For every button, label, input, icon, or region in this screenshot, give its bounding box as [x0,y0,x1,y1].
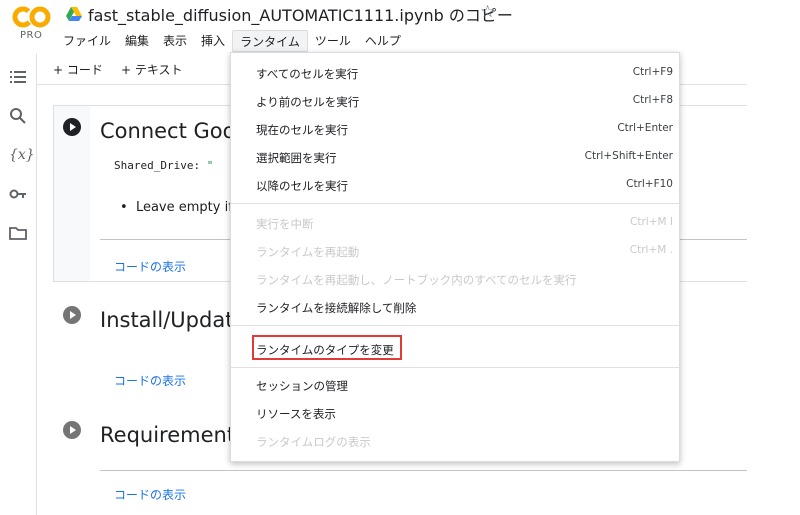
search-icon[interactable] [9,107,27,125]
show-code-link[interactable]: コードの表示 [114,258,186,275]
menu-item-shortcut: Ctrl+Enter [617,122,673,134]
menu-item-run-after[interactable]: 以降のセルを実行 Ctrl+F10 [231,173,679,197]
menu-item-label: ランタイムログの表示 [256,435,371,449]
form-field-value[interactable]: " [207,159,214,172]
menu-item-label: 現在のセルを実行 [256,123,348,137]
run-cell-icon[interactable] [63,306,81,324]
menu-item-shortcut: Ctrl+M I [630,216,673,228]
menu-item-shortcut: Ctrl+M . [629,244,673,256]
variables-icon[interactable]: {x} [9,146,35,164]
menu-item-shortcut: Ctrl+Shift+Enter [584,150,673,162]
menu-item-label: セッションの管理 [256,379,348,393]
cell-heading: Requirement [100,423,236,447]
menu-item-label: すべてのセルを実行 [256,67,359,81]
menu-edit[interactable]: 編集 [118,30,156,52]
star-icon[interactable]: ☆ [480,2,495,22]
form-field-label: Shared_Drive: " [114,159,213,172]
menu-item-run-before[interactable]: より前のセルを実行 Ctrl+F8 [231,89,679,113]
header: PRO fast_stable_diffusion_AUTOMATIC1111.… [0,0,800,54]
menubar: ファイル 編集 表示 挿入 ランタイム ツール ヘルプ [56,30,408,52]
add-text-button[interactable]: + テキスト [121,61,183,78]
menu-item-run-current[interactable]: 現在のセルを実行 Ctrl+Enter [231,117,679,141]
menu-separator [231,367,679,368]
menu-file[interactable]: ファイル [56,30,118,52]
run-cell-icon[interactable] [63,421,81,439]
menu-item-restart-run-all: ランタイムを再起動し、ノートブック内のすべてのセルを実行 [231,267,679,291]
menu-item-shortcut: Ctrl+F10 [626,178,673,190]
menu-item-shortcut: Ctrl+F9 [632,66,673,78]
menu-item-label: リソースを表示 [256,407,336,421]
menu-item-label: ランタイムを接続解除して削除 [256,301,417,315]
menu-item-view-runtime-logs: ランタイムログの表示 [231,429,679,453]
menu-insert[interactable]: 挿入 [194,30,232,52]
list-item: • Leave empty if [120,200,233,215]
menu-item-disconnect-delete[interactable]: ランタイムを接続解除して削除 [231,295,679,319]
cell-heading: Install/Updat [100,308,234,332]
menu-separator [231,203,679,204]
add-code-button[interactable]: + コード [53,61,103,78]
menu-item-label: より前のセルを実行 [256,95,360,109]
menu-tools[interactable]: ツール [308,30,358,52]
menu-item-interrupt: 実行を中断 Ctrl+M I [231,211,679,235]
menu-item-label: 選択範囲を実行 [256,151,337,165]
cell-heading: Connect Goo [100,119,236,143]
show-code-link[interactable]: コードの表示 [114,486,186,503]
menu-item-label: 実行を中断 [256,217,314,231]
menu-item-run-all[interactable]: すべてのセルを実行 Ctrl+F9 [231,61,679,85]
bullet-text: Leave empty if [135,200,233,215]
left-rail: {x} [0,54,37,515]
menu-view[interactable]: 表示 [156,30,194,52]
form-field-name: Shared_Drive: [114,159,201,172]
folder-icon[interactable] [9,224,27,242]
menu-separator [231,325,679,326]
menu-item-label: 以降のセルを実行 [256,179,348,193]
runtime-menu: すべてのセルを実行 Ctrl+F9 より前のセルを実行 Ctrl+F8 現在のセ… [230,52,680,462]
menu-item-shortcut: Ctrl+F8 [632,94,673,106]
notebook-title[interactable]: fast_stable_diffusion_AUTOMATIC1111.ipyn… [88,2,513,26]
menu-item-view-resources[interactable]: リソースを表示 [231,401,679,425]
toc-icon[interactable] [9,68,27,86]
divider [100,470,747,471]
menu-item-run-selection[interactable]: 選択範囲を実行 Ctrl+Shift+Enter [231,145,679,169]
menu-item-label: ランタイムのタイプを変更 [256,343,394,357]
menu-item-change-runtime-type[interactable]: ランタイムのタイプを変更 [231,335,679,361]
menu-help[interactable]: ヘルプ [358,30,408,52]
menu-item-restart: ランタイムを再起動 Ctrl+M . [231,239,679,263]
menu-runtime[interactable]: ランタイム [232,30,308,52]
show-code-link[interactable]: コードの表示 [114,372,186,389]
pro-badge: PRO [20,30,43,41]
key-icon[interactable] [9,185,27,203]
google-drive-icon[interactable] [66,6,82,21]
menu-item-label: ランタイムを再起動し、ノートブック内のすべてのセルを実行 [256,273,577,287]
menu-item-manage-sessions[interactable]: セッションの管理 [231,373,679,397]
menu-item-label: ランタイムを再起動 [256,245,360,259]
run-cell-icon[interactable] [63,118,81,136]
